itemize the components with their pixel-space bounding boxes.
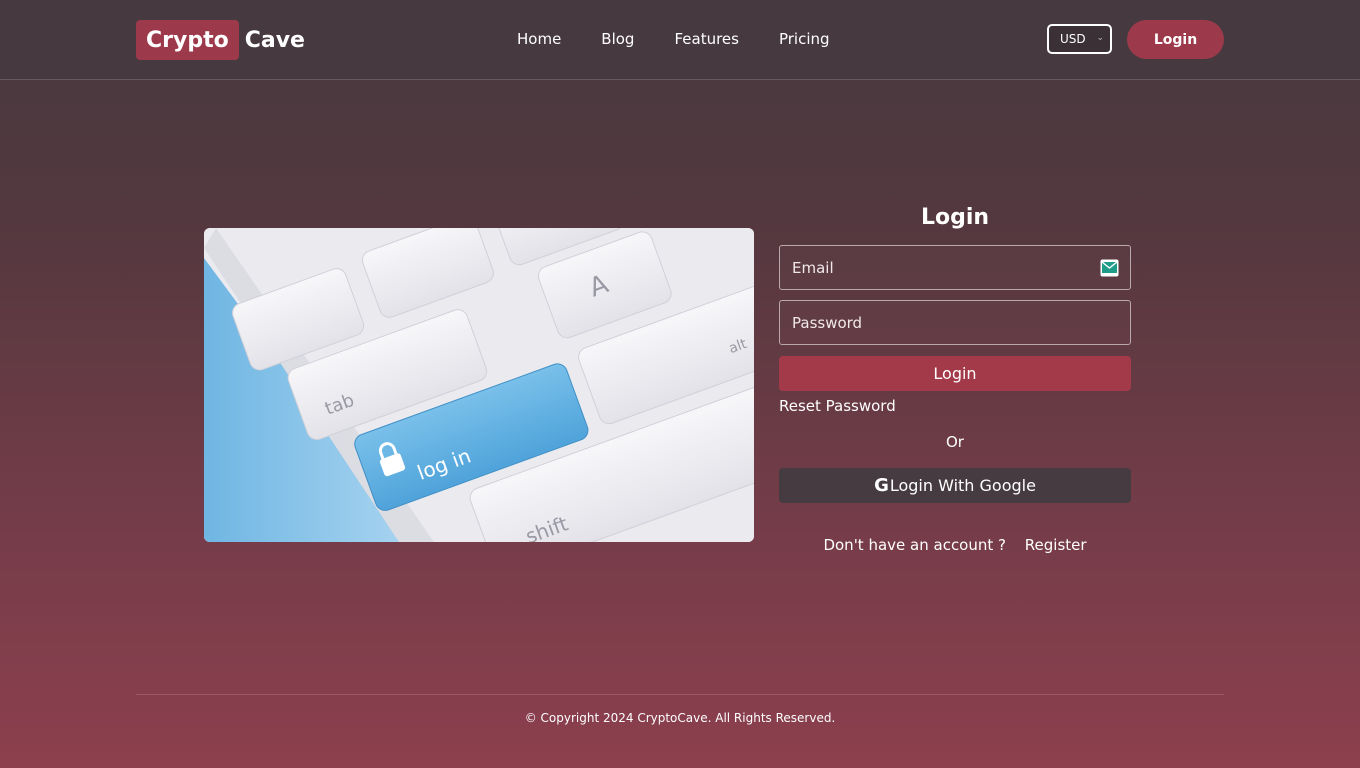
copyright-text: © Copyright 2024 CryptoCave. All Rights …: [524, 711, 836, 725]
nav-item-home[interactable]: Home: [517, 30, 561, 48]
password-field[interactable]: Password: [779, 300, 1131, 345]
top-navbar: Crypto Cave Home Blog Features Pricing U…: [0, 0, 1360, 80]
register-prompt: Don't have an account ? Register: [779, 536, 1131, 554]
login-keyboard-image: tab A shift alt log in: [204, 228, 754, 542]
or-divider-label: Or: [946, 433, 964, 451]
currency-value: USD: [1060, 32, 1086, 46]
login-form-title: Login: [920, 205, 990, 230]
google-login-button[interactable]: G Login With Google: [779, 468, 1131, 503]
logo-text: Cave: [244, 27, 305, 53]
logo-highlight: Crypto: [136, 20, 239, 60]
header-login-button[interactable]: Login: [1127, 20, 1224, 59]
nav-item-features[interactable]: Features: [674, 30, 739, 48]
chevron-down-icon: ⌄: [1096, 33, 1104, 43]
register-link[interactable]: Register: [1025, 536, 1087, 554]
google-login-label: Login With Google: [889, 476, 1036, 495]
email-icon: [1100, 259, 1119, 277]
email-placeholder: Email: [792, 258, 834, 277]
google-icon: G: [874, 475, 889, 496]
nav-item-pricing[interactable]: Pricing: [779, 30, 830, 48]
main-nav: Home Blog Features Pricing: [517, 30, 830, 48]
brand-logo[interactable]: Crypto Cave: [136, 20, 305, 60]
email-field[interactable]: Email: [779, 245, 1131, 290]
reset-password-link[interactable]: Reset Password: [779, 397, 896, 415]
no-account-text: Don't have an account ?: [823, 536, 1006, 554]
password-placeholder: Password: [792, 313, 863, 332]
currency-select[interactable]: USD ⌄: [1047, 24, 1112, 54]
nav-item-blog[interactable]: Blog: [601, 30, 634, 48]
footer-divider: [136, 694, 1224, 695]
login-submit-button[interactable]: Login: [779, 356, 1131, 391]
